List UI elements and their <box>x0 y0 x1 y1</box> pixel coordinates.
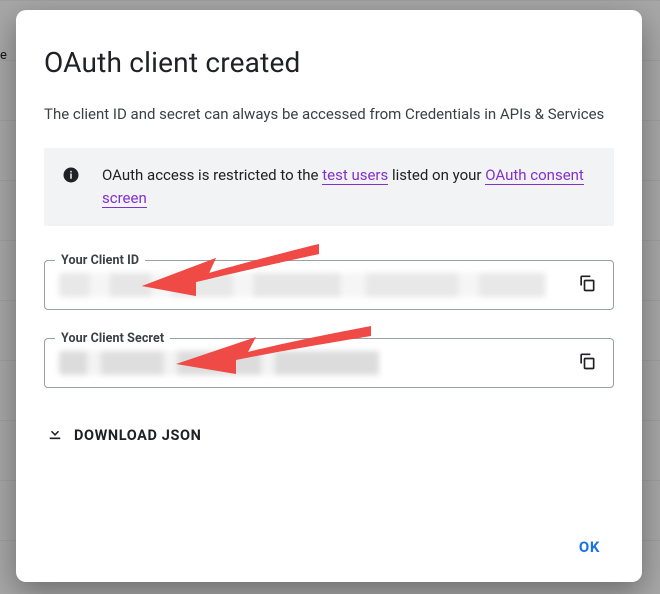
ok-button[interactable]: OK <box>565 530 614 564</box>
copy-icon <box>577 351 597 375</box>
client-secret-field: Your Client Secret <box>44 338 614 388</box>
restricted-access-notice: OAuth access is restricted to the test u… <box>44 148 614 227</box>
client-id-field: Your Client ID <box>44 260 614 310</box>
notice-prefix: OAuth access is restricted to the <box>102 166 322 184</box>
client-secret-value <box>59 351 407 375</box>
notice-mid: listed on your <box>388 166 485 184</box>
oauth-created-dialog: OAuth client created The client ID and s… <box>16 10 642 582</box>
download-json-button[interactable]: Download JSON <box>44 418 614 452</box>
dialog-actions: OK <box>44 530 614 564</box>
dialog-title: OAuth client created <box>44 46 614 79</box>
copy-client-secret-button[interactable] <box>571 347 603 379</box>
dialog-subtitle: The client ID and secret can always be a… <box>44 103 614 126</box>
notice-text: OAuth access is restricted to the test u… <box>102 164 596 211</box>
test-users-link[interactable]: test users <box>322 166 388 185</box>
client-id-label: Your Client ID <box>55 253 145 268</box>
info-icon <box>62 166 80 184</box>
download-icon <box>46 424 64 446</box>
client-id-value <box>59 273 571 297</box>
copy-icon <box>577 273 597 297</box>
download-json-label: Download JSON <box>74 427 201 444</box>
copy-client-id-button[interactable] <box>571 269 603 301</box>
client-secret-label: Your Client Secret <box>55 331 170 346</box>
